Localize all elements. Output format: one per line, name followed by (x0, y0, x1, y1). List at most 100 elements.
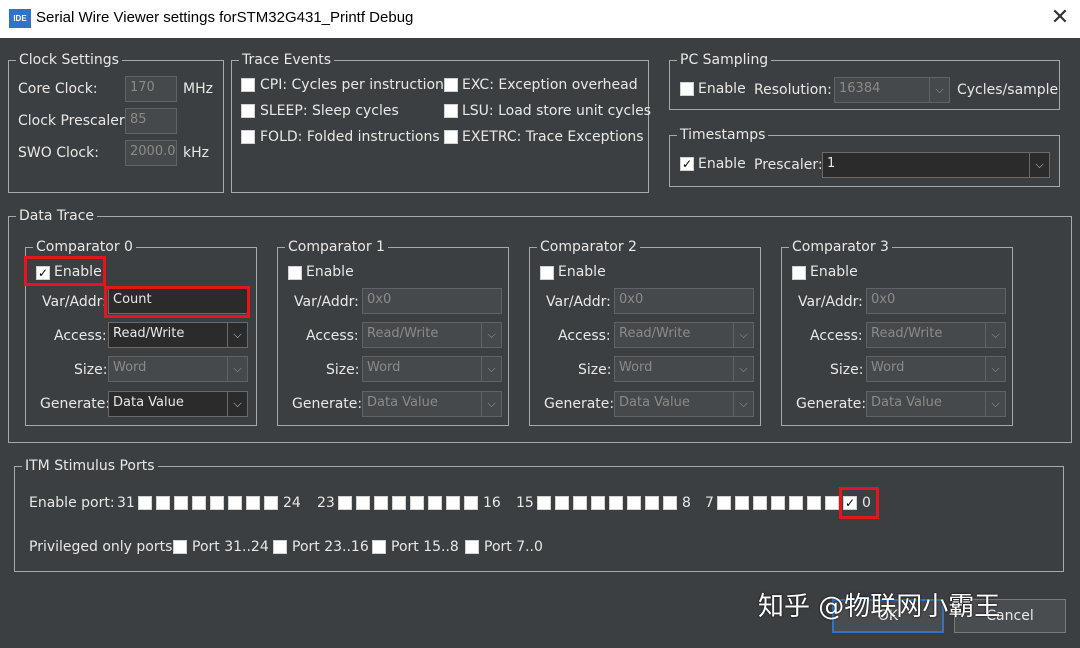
itm-port-checkbox[interactable] (374, 496, 388, 510)
clock-prescaler-label: Clock Prescaler: (18, 113, 130, 129)
itm-port-checkbox[interactable] (392, 496, 406, 510)
port-group-0-end-label: 24 (283, 495, 301, 511)
comparator-2-group: Comparator 2 Enable Var/Addr: 0x0 Access… (529, 238, 761, 426)
comparator-1-access-label: Access: (306, 328, 359, 344)
privileged-port-15-8-checkbox[interactable] (372, 540, 386, 554)
itm-port-checkbox[interactable] (464, 496, 478, 510)
privileged-port-23-16-label: Port 23..16 (292, 539, 369, 555)
exc-checkbox[interactable] (444, 78, 458, 92)
swv-settings-dialog: Clock Settings Core Clock: 170 MHz Clock… (0, 38, 1080, 648)
itm-port-checkbox[interactable] (717, 496, 731, 510)
sleep-checkbox[interactable] (241, 104, 255, 118)
chevron-down-icon: ⌵ (227, 323, 247, 347)
privileged-port-23-16-checkbox[interactable] (273, 540, 287, 554)
timestamps-prescaler-select[interactable]: 1 ⌵ (822, 152, 1050, 178)
comparator-0-size-select[interactable]: Word ⌵ (108, 356, 248, 382)
itm-port-checkbox[interactable] (573, 496, 587, 510)
privileged-port-7-0-label: Port 7..0 (484, 539, 543, 555)
comparator-3-enable-checkbox[interactable] (792, 266, 806, 280)
itm-port-checkbox[interactable] (446, 496, 460, 510)
itm-port-checkbox[interactable] (645, 496, 659, 510)
itm-port-checkbox[interactable] (356, 496, 370, 510)
core-clock-field[interactable]: 170 (125, 76, 177, 102)
comparator-0-access-select[interactable]: Read/Write ⌵ (108, 322, 248, 348)
lsu-checkbox[interactable] (444, 104, 458, 118)
itm-port-checkbox[interactable] (264, 496, 278, 510)
clock-settings-legend: Clock Settings (16, 51, 122, 69)
resolution-select[interactable]: 16384 ⌵ (834, 77, 950, 103)
data-trace-legend: Data Trace (16, 207, 98, 225)
clock-settings-group: Clock Settings Core Clock: 170 MHz Clock… (8, 51, 224, 193)
pc-sampling-enable-label: Enable (698, 81, 746, 97)
port-group-1-start-label: 23 (317, 495, 335, 511)
itm-port-checkbox[interactable] (156, 496, 170, 510)
itm-stimulus-ports-group: ITM Stimulus Ports Enable port: 31 24 23 16… (14, 457, 1064, 572)
comparator-3-access-select[interactable]: Read/Write ⌵ (866, 322, 1006, 348)
itm-port-checkbox[interactable] (138, 496, 152, 510)
itm-port-checkbox[interactable] (825, 496, 839, 510)
comparator-1-size-label: Size: (326, 362, 360, 378)
privileged-port-7-0-checkbox[interactable] (465, 540, 479, 554)
itm-port-checkbox[interactable] (609, 496, 623, 510)
itm-port-checkbox[interactable] (663, 496, 677, 510)
exetrc-checkbox[interactable] (444, 130, 458, 144)
cpi-checkbox[interactable] (241, 78, 255, 92)
port-group-2-start-label: 15 (516, 495, 534, 511)
itm-port-checkbox[interactable] (807, 496, 821, 510)
privileged-port-31-24-checkbox[interactable] (173, 540, 187, 554)
itm-port-checkbox[interactable] (428, 496, 442, 510)
comparator-3-var-field[interactable]: 0x0 (866, 288, 1006, 314)
comparator-1-size-select[interactable]: Word ⌵ (362, 356, 502, 382)
itm-port-checkbox[interactable] (210, 496, 224, 510)
comparator-0-access-value: Read/Write (113, 326, 185, 341)
comparator-2-var-label: Var/Addr: (546, 294, 611, 310)
fold-checkbox[interactable] (241, 130, 255, 144)
swo-clock-field[interactable]: 2000.0 (125, 140, 177, 166)
comparator-2-var-field[interactable]: 0x0 (614, 288, 754, 314)
itm-port-checkbox[interactable] (555, 496, 569, 510)
close-icon[interactable]: ✕ (1050, 6, 1070, 30)
comparator-2-enable-checkbox[interactable] (540, 266, 554, 280)
comparator-2-size-value: Word (619, 360, 653, 375)
comparator-0-generate-select[interactable]: Data Value ⌵ (108, 391, 248, 417)
itm-port-checkbox[interactable] (228, 496, 242, 510)
itm-legend: ITM Stimulus Ports (22, 457, 158, 475)
itm-port-checkbox[interactable] (789, 496, 803, 510)
comparator-2-generate-select[interactable]: Data Value ⌵ (614, 391, 754, 417)
itm-port-checkbox[interactable] (174, 496, 188, 510)
itm-port-checkbox[interactable] (591, 496, 605, 510)
itm-port-checkbox[interactable] (246, 496, 260, 510)
comparator-1-generate-select[interactable]: Data Value ⌵ (362, 391, 502, 417)
swo-clock-unit: kHz (183, 145, 209, 161)
comparator-3-size-select[interactable]: Word ⌵ (866, 356, 1006, 382)
itm-port-checkbox[interactable] (338, 496, 352, 510)
pc-sampling-enable-checkbox[interactable] (680, 82, 694, 96)
resolution-label: Resolution: (754, 82, 832, 98)
itm-port-checkbox[interactable] (735, 496, 749, 510)
comparator-3-generate-label: Generate: (796, 396, 867, 412)
sleep-label: SLEEP: Sleep cycles (260, 103, 399, 119)
itm-port-checkbox[interactable] (192, 496, 206, 510)
comparator-2-generate-label: Generate: (544, 396, 615, 412)
comparator-3-var-label: Var/Addr: (798, 294, 863, 310)
data-trace-group: Data Trace Comparator 0 Enable Var/Addr:… (8, 207, 1072, 443)
comparator-1-enable-label: Enable (306, 264, 354, 280)
comparator-1-enable-checkbox[interactable] (288, 266, 302, 280)
itm-port-checkbox[interactable] (627, 496, 641, 510)
timestamps-legend: Timestamps (677, 126, 769, 144)
var-addr-highlight-box (104, 286, 250, 318)
trace-events-legend: Trace Events (239, 51, 334, 69)
comparator-2-access-select[interactable]: Read/Write ⌵ (614, 322, 754, 348)
clock-prescaler-field[interactable]: 85 (125, 108, 177, 134)
comparator-3-generate-select[interactable]: Data Value ⌵ (866, 391, 1006, 417)
comparator-1-var-field[interactable]: 0x0 (362, 288, 502, 314)
comparator-3-size-value: Word (871, 360, 905, 375)
comparator-1-access-select[interactable]: Read/Write ⌵ (362, 322, 502, 348)
timestamps-enable-checkbox[interactable] (680, 157, 694, 171)
itm-port-checkbox[interactable] (410, 496, 424, 510)
pc-sampling-legend: PC Sampling (677, 51, 772, 69)
comparator-2-size-select[interactable]: Word ⌵ (614, 356, 754, 382)
itm-port-checkbox[interactable] (537, 496, 551, 510)
itm-port-checkbox[interactable] (771, 496, 785, 510)
itm-port-checkbox[interactable] (753, 496, 767, 510)
